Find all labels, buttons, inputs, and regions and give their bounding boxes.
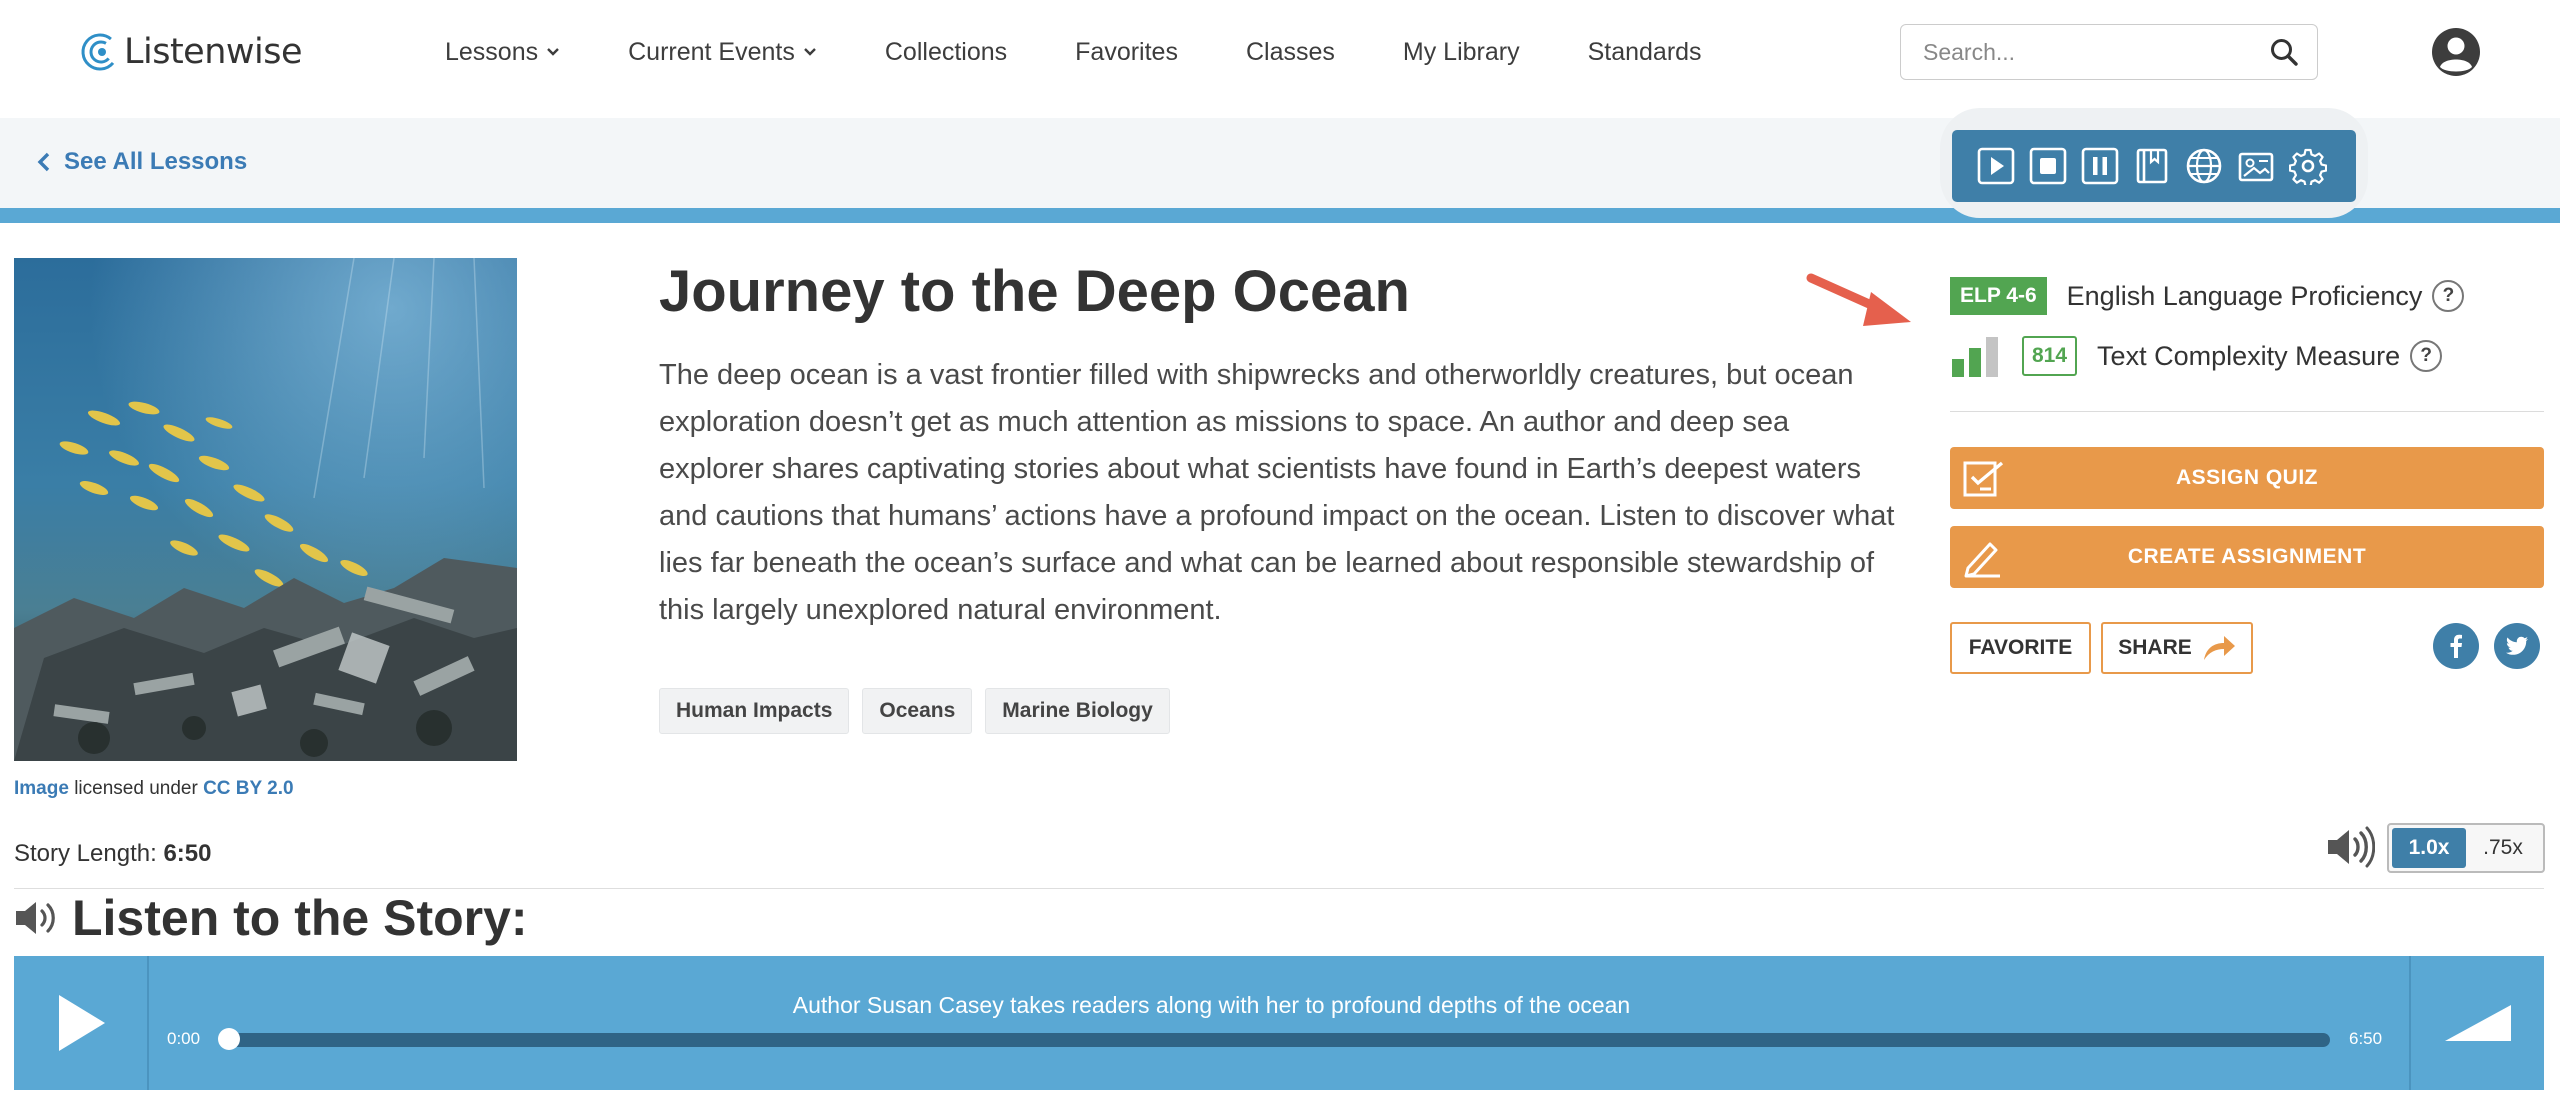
speed-1x-option[interactable]: 1.0x [2392, 828, 2466, 868]
search-box [1900, 24, 2318, 80]
create-assignment-label: CREATE ASSIGNMENT [2127, 545, 2367, 568]
play-icon [1977, 147, 2015, 185]
nav-lessons[interactable]: Lessons [445, 38, 560, 67]
speed-075x-option[interactable]: .75x [2466, 828, 2540, 868]
lesson-description: The deep ocean is a vast frontier filled… [659, 359, 1895, 626]
elp-row: ELP 4-6 English Language Proficiency ? [1950, 276, 2465, 316]
quiz-checklist-icon [1963, 461, 2004, 497]
chevron-left-icon [37, 152, 50, 172]
share-button[interactable]: SHARE [2101, 622, 2253, 674]
story-length-label: Story Length: [14, 840, 164, 867]
top-navigation: Listenwise Lessons Current Events Collec… [0, 0, 2560, 118]
user-avatar-icon[interactable] [2431, 27, 2481, 77]
total-time: 6:50 [2349, 1029, 2383, 1048]
current-time: 0:00 [167, 1029, 201, 1048]
image-credit: Image licensed under CC BY 2.0 [14, 778, 294, 800]
story-length: Story Length: 6:50 [14, 840, 211, 868]
twitter-icon [2506, 636, 2528, 655]
tts-play-button[interactable] [1976, 146, 2016, 186]
lesson-image [14, 258, 517, 761]
favorite-button[interactable]: FAVORITE [1950, 622, 2091, 674]
nav-lessons-label: Lessons [445, 37, 539, 66]
see-all-lessons-label: See All Lessons [64, 148, 248, 175]
nav-standards[interactable]: Standards [1588, 38, 1702, 67]
right-column-divider [1950, 411, 2544, 412]
image-credit-text: licensed under [68, 778, 204, 799]
nav-classes[interactable]: Classes [1246, 38, 1335, 67]
picture-dictionary-icon [2238, 152, 2274, 182]
text-to-speech-toolbar [1952, 130, 2356, 202]
chevron-down-icon [547, 48, 559, 56]
image-source-link[interactable]: Image [14, 778, 69, 799]
main-menu: Lessons Current Events Collections Favor… [445, 32, 1770, 72]
translate-icon [2186, 148, 2222, 184]
tts-stop-button[interactable] [2028, 146, 2068, 186]
lexile-badge: 814 [2022, 336, 2078, 376]
lesson-title: Journey to the Deep Ocean [659, 259, 1410, 324]
progress-scrubber[interactable] [218, 1028, 240, 1050]
assign-quiz-button[interactable]: ASSIGN QUIZ [1950, 447, 2544, 509]
logo-icon [81, 33, 119, 71]
audio-play-button[interactable] [14, 956, 149, 1090]
tts-picture-dictionary-button[interactable] [2236, 146, 2276, 186]
elp-help-button[interactable]: ? [2432, 280, 2465, 312]
volume-slider-icon [2444, 1005, 2511, 1041]
gear-icon [2289, 148, 2327, 185]
nav-current-events-label: Current Events [628, 37, 795, 66]
text-complexity-label: Text Complexity Measure [2097, 340, 2401, 371]
elp-badge: ELP 4-6 [1950, 277, 2047, 315]
stop-icon [2029, 147, 2067, 185]
play-icon [58, 995, 105, 1051]
assign-quiz-label: ASSIGN QUIZ [2175, 466, 2318, 489]
story-length-value: 6:50 [163, 840, 212, 867]
tts-translate-button[interactable] [2184, 146, 2224, 186]
speaker-icon [16, 902, 55, 934]
nav-current-events[interactable]: Current Events [628, 38, 817, 67]
tag-human-impacts[interactable]: Human Impacts [659, 688, 850, 734]
pencil-icon [1964, 542, 2000, 578]
dictionary-icon [2136, 148, 2168, 184]
share-arrow-icon [2203, 636, 2235, 660]
complexity-bars-icon [1952, 337, 1998, 377]
volume-icon [2328, 826, 2375, 868]
facebook-share-button[interactable] [2433, 623, 2479, 669]
playback-speed-toggle: 1.0x .75x [2387, 823, 2545, 873]
listen-heading: Listen to the Story: [14, 888, 528, 948]
twitter-share-button[interactable] [2494, 623, 2540, 669]
annotation-arrow-icon [1806, 273, 1911, 326]
listen-heading-text: Listen to the Story: [72, 890, 528, 946]
pause-icon [2081, 147, 2119, 185]
tts-pause-button[interactable] [2080, 146, 2120, 186]
search-icon[interactable] [2269, 37, 2299, 67]
facebook-icon [2450, 634, 2462, 658]
see-all-lessons-link[interactable]: See All Lessons [36, 148, 247, 176]
tts-dictionary-button[interactable] [2132, 146, 2172, 186]
nav-collections[interactable]: Collections [885, 38, 1007, 67]
text-complexity-help-button[interactable]: ? [2410, 340, 2443, 372]
nav-my-library[interactable]: My Library [1403, 38, 1520, 67]
underwater-shipwreck-image [14, 258, 517, 761]
share-label: SHARE [2118, 636, 2192, 659]
nav-favorites[interactable]: Favorites [1075, 38, 1178, 67]
progress-bar[interactable] [226, 1033, 2330, 1047]
audio-volume-control[interactable] [2409, 956, 2544, 1090]
brand-name: Listenwise [124, 32, 303, 72]
elp-label: English Language Proficiency [2066, 280, 2423, 311]
tag-oceans[interactable]: Oceans [862, 688, 973, 734]
create-assignment-button[interactable]: CREATE ASSIGNMENT [1950, 526, 2544, 588]
text-complexity-row: 814 Text Complexity Measure ? [1950, 334, 2443, 378]
tts-settings-button[interactable] [2288, 146, 2328, 186]
track-title: Author Susan Casey takes readers along w… [792, 992, 1631, 1018]
audio-player: Author Susan Casey takes readers along w… [14, 956, 2544, 1090]
lesson-tags: Human Impacts Oceans Marine Biology [659, 688, 1183, 734]
chevron-down-icon [804, 48, 816, 56]
listenwise-logo[interactable]: Listenwise [80, 26, 303, 78]
search-input[interactable] [1923, 38, 2269, 66]
tag-marine-biology[interactable]: Marine Biology [985, 688, 1170, 734]
license-link[interactable]: CC BY 2.0 [203, 778, 293, 799]
